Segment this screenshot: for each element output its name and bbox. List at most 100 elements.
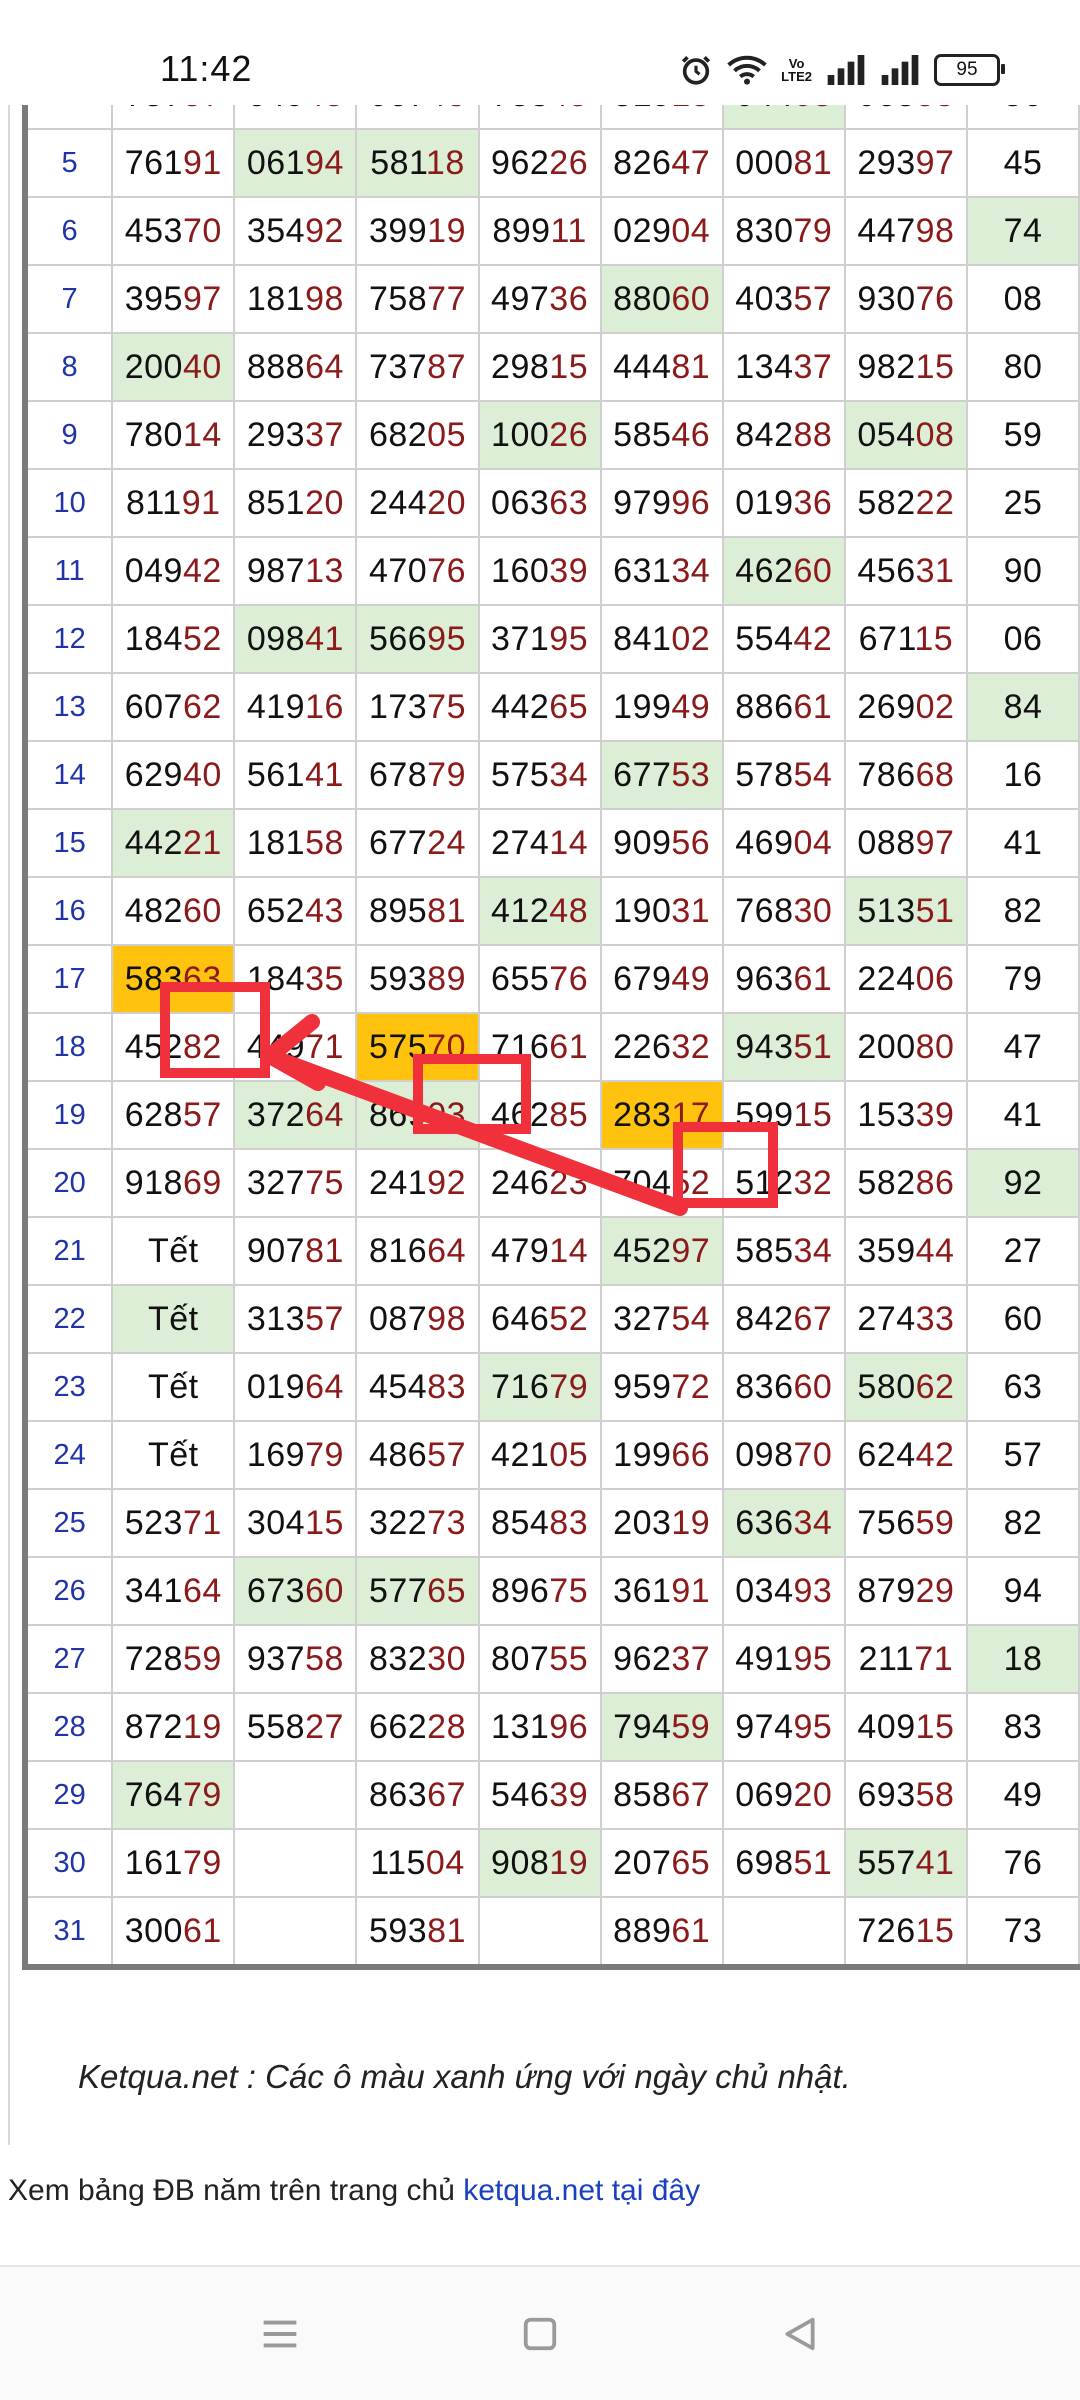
result-cell: 46285 xyxy=(477,1080,602,1150)
sunday-result-cell: 76479 xyxy=(111,1760,236,1830)
result-cell: 58546 xyxy=(599,400,724,470)
result-head-digits: 359 xyxy=(857,1231,916,1270)
result-tail-digits: 39 xyxy=(915,1095,955,1134)
day-number: 25 xyxy=(23,1488,114,1558)
result-cell: 19031 xyxy=(599,876,724,946)
day-number: 9 xyxy=(23,400,114,470)
sunday-result-cell: 41248 xyxy=(477,876,602,946)
result-cell: 15339 xyxy=(843,1080,968,1150)
result-head-digits: 453 xyxy=(124,211,183,250)
result-head-digits: 962 xyxy=(491,143,550,182)
result-cell: 68205 xyxy=(355,400,480,470)
day-number: 30 xyxy=(23,1828,114,1898)
result-tail-digits: 42 xyxy=(915,1435,955,1474)
volte-bottom: LTE2 xyxy=(781,69,812,84)
result-tail-digits: 23 xyxy=(549,1163,589,1202)
result-tail-digits: 64 xyxy=(182,1571,222,1610)
result-tail-digits: 15 xyxy=(915,1707,955,1746)
result-tail-digits: 30 xyxy=(427,1639,466,1678)
result-head-digits: 726 xyxy=(857,1911,916,1950)
result-tail-digits: 33 xyxy=(915,1299,955,1338)
sunday-result-cell: 06194 xyxy=(233,128,358,198)
result-tail-digits: 60 xyxy=(182,891,222,930)
sunday-result-cell: 90819 xyxy=(477,1828,602,1898)
result-head-digits: 019 xyxy=(735,483,794,522)
result-tail-digits: 79 xyxy=(182,1843,222,1882)
result-head-digits: 546 xyxy=(491,1775,550,1814)
result-tail-digits: 13 xyxy=(305,551,344,590)
result-cell: 82647 xyxy=(599,128,724,198)
result-head-digits: 826 xyxy=(613,143,672,182)
result-cell: 69358 xyxy=(843,1760,968,1830)
result-cell: 85120 xyxy=(233,468,358,538)
result-cell: 67724 xyxy=(355,808,480,878)
result-tail-digits: 75 xyxy=(549,1571,589,1610)
result-head-digits: 269 xyxy=(857,687,916,726)
result-head-digits: 963 xyxy=(735,959,794,998)
result-tail-digits: 61 xyxy=(671,1911,711,1950)
result-head-digits: 575 xyxy=(368,1027,428,1066)
table-row: 29 76479 86367 54639 85867 06920 69358 49 xyxy=(23,1760,1080,1830)
result-head-digits: 628 xyxy=(124,1095,183,1134)
result-head-digits: 841 xyxy=(613,619,672,658)
result-head-digits: 226 xyxy=(613,1027,672,1066)
homepage-link[interactable]: ketqua.net tại đây xyxy=(463,2174,700,2207)
result-tail-digits: 16 xyxy=(305,687,344,726)
result-head-digits: 184 xyxy=(124,619,183,658)
result-head-digits: 678 xyxy=(368,755,428,794)
result-tail-digits: 17 xyxy=(671,1095,711,1134)
highlighted-result-cell: 58363 xyxy=(111,944,236,1014)
result-tail-digits: 32 xyxy=(671,1027,711,1066)
result-cell: 94 xyxy=(965,1556,1080,1626)
result-cell: 35944 xyxy=(843,1216,968,1286)
result-head-digits: 716 xyxy=(491,1027,550,1066)
sunday-result-cell: 44221 xyxy=(111,808,236,878)
result-tail-digits: 97 xyxy=(915,143,955,182)
result-head-digits: 629 xyxy=(124,755,183,794)
result-head-digits: 246 xyxy=(491,1163,550,1202)
result-cell: 59389 xyxy=(355,944,480,1014)
result-cell: 66228 xyxy=(355,1692,480,1762)
result-tail-digits: 56 xyxy=(671,823,711,862)
result-head-digits: 842 xyxy=(735,1299,794,1338)
result-head-digits: 449 xyxy=(246,1027,306,1066)
results-table: 4757576494806743753458191804408068835657… xyxy=(22,60,1080,1970)
result-tail-digits: 52 xyxy=(182,619,222,658)
result-cell: 57534 xyxy=(477,740,602,810)
result-tail-digits: 51 xyxy=(793,1843,833,1882)
result-tail-digits: 64 xyxy=(305,1095,344,1134)
table-row: 6 45370 35492 39919 89911 02904 83079 44798 74 xyxy=(23,196,1080,266)
menu-icon[interactable] xyxy=(250,2309,310,2359)
result-tail-digits: 36 xyxy=(793,483,833,522)
result-cell: 22406 xyxy=(843,944,968,1014)
result-tail-digits: 87 xyxy=(427,347,466,386)
result-cell: 85867 xyxy=(599,1760,724,1830)
alarm-icon xyxy=(679,53,713,87)
result-tail-digits: 68 xyxy=(915,755,955,794)
home-icon[interactable] xyxy=(510,2309,570,2359)
result-head-digits: 679 xyxy=(613,959,672,998)
result-cell: 84288 xyxy=(721,400,846,470)
result-cell: 83079 xyxy=(721,196,846,266)
result-tail-digits: 57 xyxy=(182,1095,222,1134)
back-icon[interactable] xyxy=(770,2309,830,2359)
result-cell: 62857 xyxy=(111,1080,236,1150)
result-cell: 40915 xyxy=(843,1692,968,1762)
day-number: 14 xyxy=(23,740,114,810)
result-head-digits: 583 xyxy=(124,959,183,998)
table-row: 30 16179 11504 90819 20765 69851 55741 76 xyxy=(23,1828,1080,1898)
day-number: 6 xyxy=(23,196,114,266)
day-number: 29 xyxy=(23,1760,114,1830)
result-tail-digits: 75 xyxy=(427,687,466,726)
result-head-digits: 447 xyxy=(857,211,916,250)
result-tail-digits: 14 xyxy=(549,1231,589,1270)
result-cell: 59 xyxy=(965,400,1080,470)
result-head-digits: 497 xyxy=(491,279,550,318)
result-head-digits: 160 xyxy=(491,551,550,590)
table-row: 8 20040 88864 73787 29815 44481 13437 98215 80 xyxy=(23,332,1080,402)
result-head-digits: 704 xyxy=(613,1163,672,1202)
result-tail-digits: 32 xyxy=(793,1163,833,1202)
battery-icon: 95 xyxy=(934,54,1005,86)
result-tail-digits: 19 xyxy=(549,1843,589,1882)
result-cell xyxy=(233,1828,358,1898)
